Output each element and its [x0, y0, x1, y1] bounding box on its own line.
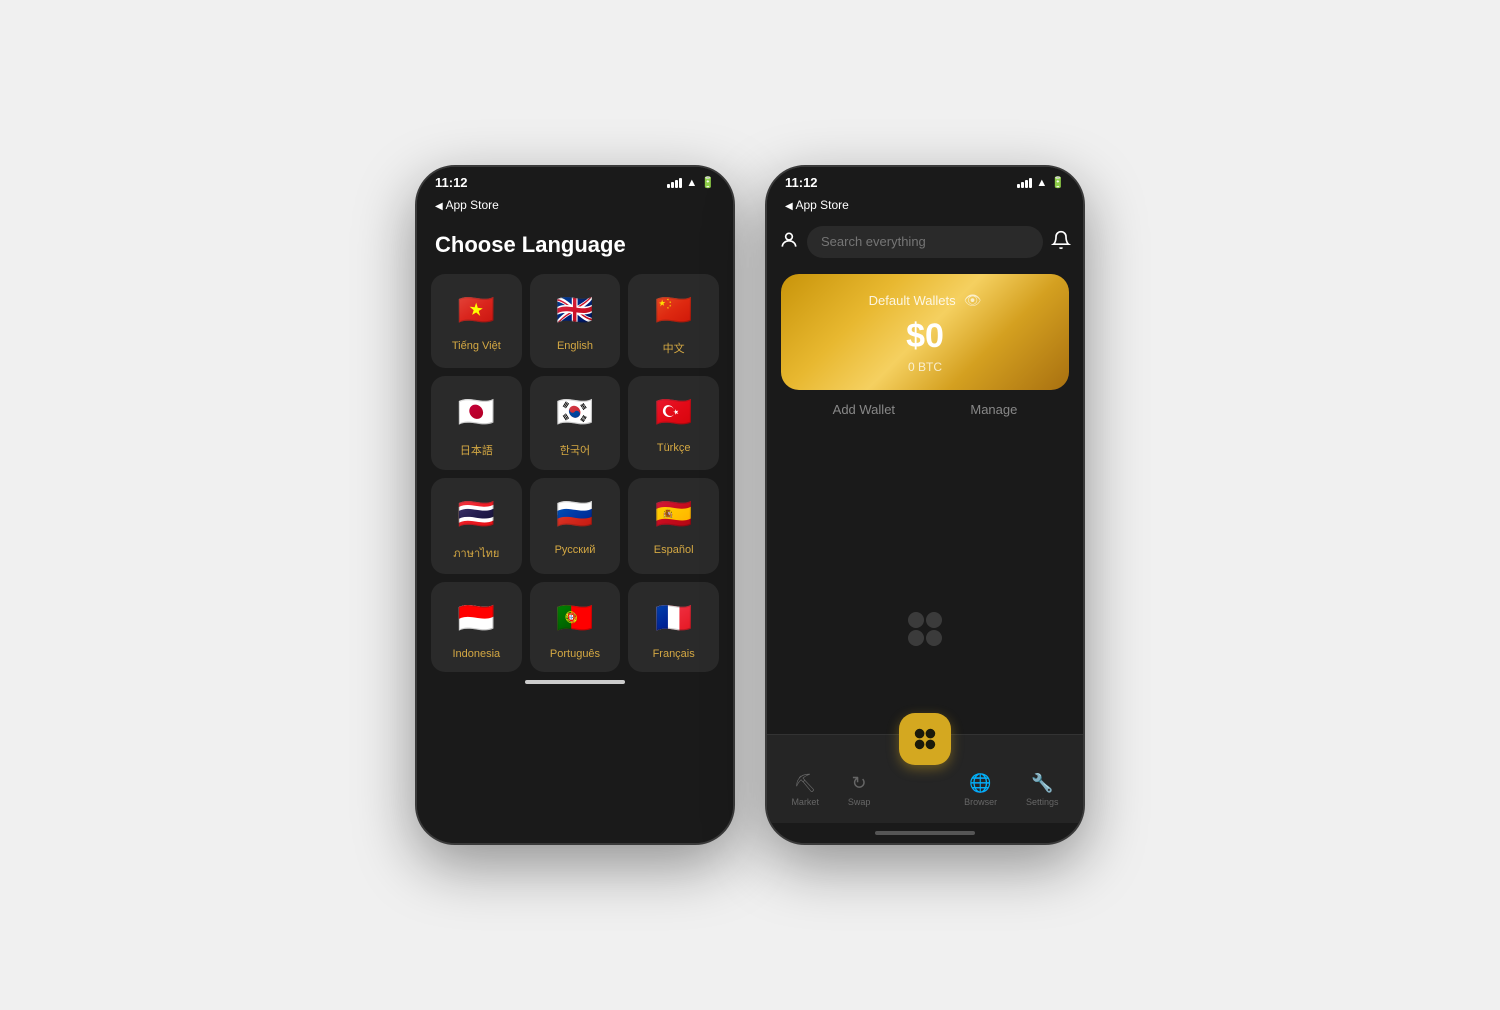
status-time-1: 11:12	[435, 175, 468, 190]
flag-id: 🇮🇩	[454, 596, 498, 640]
lang-name-en: English	[557, 340, 593, 352]
language-screen: 11:12 ▲ 🔋 App Store Choose Language 🇻	[415, 165, 735, 845]
home-bar-2	[875, 831, 975, 835]
manage-button[interactable]: Manage	[970, 402, 1017, 417]
status-icons-2: ▲ 🔋	[1017, 176, 1065, 189]
lang-name-es: Español	[654, 544, 694, 556]
notification-bell-icon[interactable]	[1051, 230, 1071, 255]
swap-label: Swap	[848, 797, 871, 807]
status-icons-1: ▲ 🔋	[667, 176, 715, 189]
language-grid: 🇻🇳 Tiếng Việt 🇬🇧 English 🇨🇳 中文 🇯🇵 日本語 🇰🇷…	[417, 274, 733, 672]
wifi-icon: ▲	[686, 177, 697, 189]
lang-name-zh: 中文	[663, 340, 685, 356]
home-bar-1	[525, 680, 625, 684]
back-nav-1[interactable]: App Store	[417, 194, 733, 220]
back-link-2[interactable]: App Store	[785, 198, 849, 212]
user-icon[interactable]	[779, 230, 799, 255]
status-bar-1: 11:12 ▲ 🔋	[417, 167, 733, 194]
wallet-btc: 0 BTC	[801, 360, 1049, 374]
flag-ru: 🇷🇺	[553, 492, 597, 536]
signal-icon-2	[1017, 178, 1032, 188]
browser-icon: 🌐	[969, 773, 991, 794]
status-bar-2: 11:12 ▲ 🔋	[767, 167, 1083, 194]
search-input[interactable]	[821, 234, 1029, 249]
flag-es: 🇪🇸	[652, 492, 696, 536]
flag-zh: 🇨🇳	[652, 288, 696, 332]
fab-button[interactable]	[899, 713, 951, 765]
lang-name-tr: Türkçe	[657, 442, 691, 454]
back-link-1[interactable]: App Store	[435, 198, 499, 212]
lang-name-pt: Português	[550, 648, 600, 660]
wallet-actions: Add Wallet Manage	[781, 390, 1069, 429]
wallet-screen: 11:12 ▲ 🔋 App Store	[765, 165, 1085, 845]
lang-item-zh[interactable]: 🇨🇳 中文	[628, 274, 719, 368]
lang-item-th[interactable]: 🇹🇭 ภาษาไทย	[431, 478, 522, 574]
search-input-wrap[interactable]	[807, 226, 1043, 258]
page-title-1: Choose Language	[417, 220, 733, 274]
battery-icon-2: 🔋	[1051, 176, 1065, 189]
flag-fr: 🇫🇷	[652, 596, 696, 640]
add-wallet-button[interactable]: Add Wallet	[833, 402, 895, 417]
back-nav-2[interactable]: App Store	[767, 194, 1083, 220]
signal-icon	[667, 178, 682, 188]
lang-item-vi[interactable]: 🇻🇳 Tiếng Việt	[431, 274, 522, 368]
settings-label: Settings	[1026, 797, 1059, 807]
nav-swap[interactable]: ↻ Swap	[840, 769, 879, 811]
wallet-section: Default Wallets 👁 $0 0 BTC Add Wallet Ma…	[767, 264, 1083, 484]
lang-name-ja: 日本語	[460, 442, 493, 458]
search-bar	[767, 220, 1083, 264]
fab-container	[767, 713, 1083, 765]
browser-label: Browser	[964, 797, 997, 807]
market-icon: ⛏	[794, 773, 817, 794]
center-logo	[767, 524, 1083, 734]
lang-name-ko: 한국어	[560, 442, 590, 458]
eye-icon[interactable]: 👁	[964, 292, 982, 309]
flag-th: 🇹🇭	[454, 492, 498, 536]
bottom-nav: ⛏ Market ↻ Swap 🌐 Browser 🔧 Settings	[767, 734, 1083, 823]
flag-ko: 🇰🇷	[553, 390, 597, 434]
lang-item-fr[interactable]: 🇫🇷 Français	[628, 582, 719, 672]
wallet-card-header: Default Wallets 👁	[801, 292, 1049, 309]
lang-item-en[interactable]: 🇬🇧 English	[530, 274, 621, 368]
app-logo-icon	[900, 604, 950, 654]
settings-icon: 🔧	[1031, 773, 1053, 794]
lang-name-fr: Français	[653, 648, 695, 660]
market-label: Market	[791, 797, 819, 807]
flag-en: 🇬🇧	[553, 288, 597, 332]
battery-icon: 🔋	[701, 176, 715, 189]
home-indicator-1	[417, 672, 733, 692]
lang-name-th: ภาษาไทย	[453, 544, 499, 562]
lang-item-es[interactable]: 🇪🇸 Español	[628, 478, 719, 574]
fab-logo-icon	[910, 724, 940, 754]
wallet-amount: $0	[801, 317, 1049, 356]
wifi-icon-2: ▲	[1036, 177, 1047, 189]
lang-item-ru[interactable]: 🇷🇺 Русский	[530, 478, 621, 574]
flag-pt: 🇵🇹	[553, 596, 597, 640]
wallet-card: Default Wallets 👁 $0 0 BTC	[781, 274, 1069, 390]
lang-item-ko[interactable]: 🇰🇷 한국어	[530, 376, 621, 470]
lang-name-id: Indonesia	[452, 648, 500, 660]
lang-item-ja[interactable]: 🇯🇵 日本語	[431, 376, 522, 470]
lang-item-pt[interactable]: 🇵🇹 Português	[530, 582, 621, 672]
flag-vi: 🇻🇳	[454, 288, 498, 332]
lang-name-vi: Tiếng Việt	[452, 340, 501, 352]
nav-browser[interactable]: 🌐 Browser	[956, 769, 1005, 811]
nav-items: ⛏ Market ↻ Swap 🌐 Browser 🔧 Settings	[767, 769, 1083, 811]
flag-tr: 🇹🇷	[652, 390, 696, 434]
lang-item-id[interactable]: 🇮🇩 Indonesia	[431, 582, 522, 672]
flag-ja: 🇯🇵	[454, 390, 498, 434]
nav-settings[interactable]: 🔧 Settings	[1018, 769, 1067, 811]
lang-name-ru: Русский	[555, 544, 596, 556]
swap-icon: ↻	[852, 773, 867, 794]
home-indicator-2	[767, 823, 1083, 843]
nav-market[interactable]: ⛏ Market	[783, 769, 827, 811]
lang-item-tr[interactable]: 🇹🇷 Türkçe	[628, 376, 719, 470]
wallet-title: Default Wallets	[869, 293, 956, 308]
status-time-2: 11:12	[785, 175, 818, 190]
